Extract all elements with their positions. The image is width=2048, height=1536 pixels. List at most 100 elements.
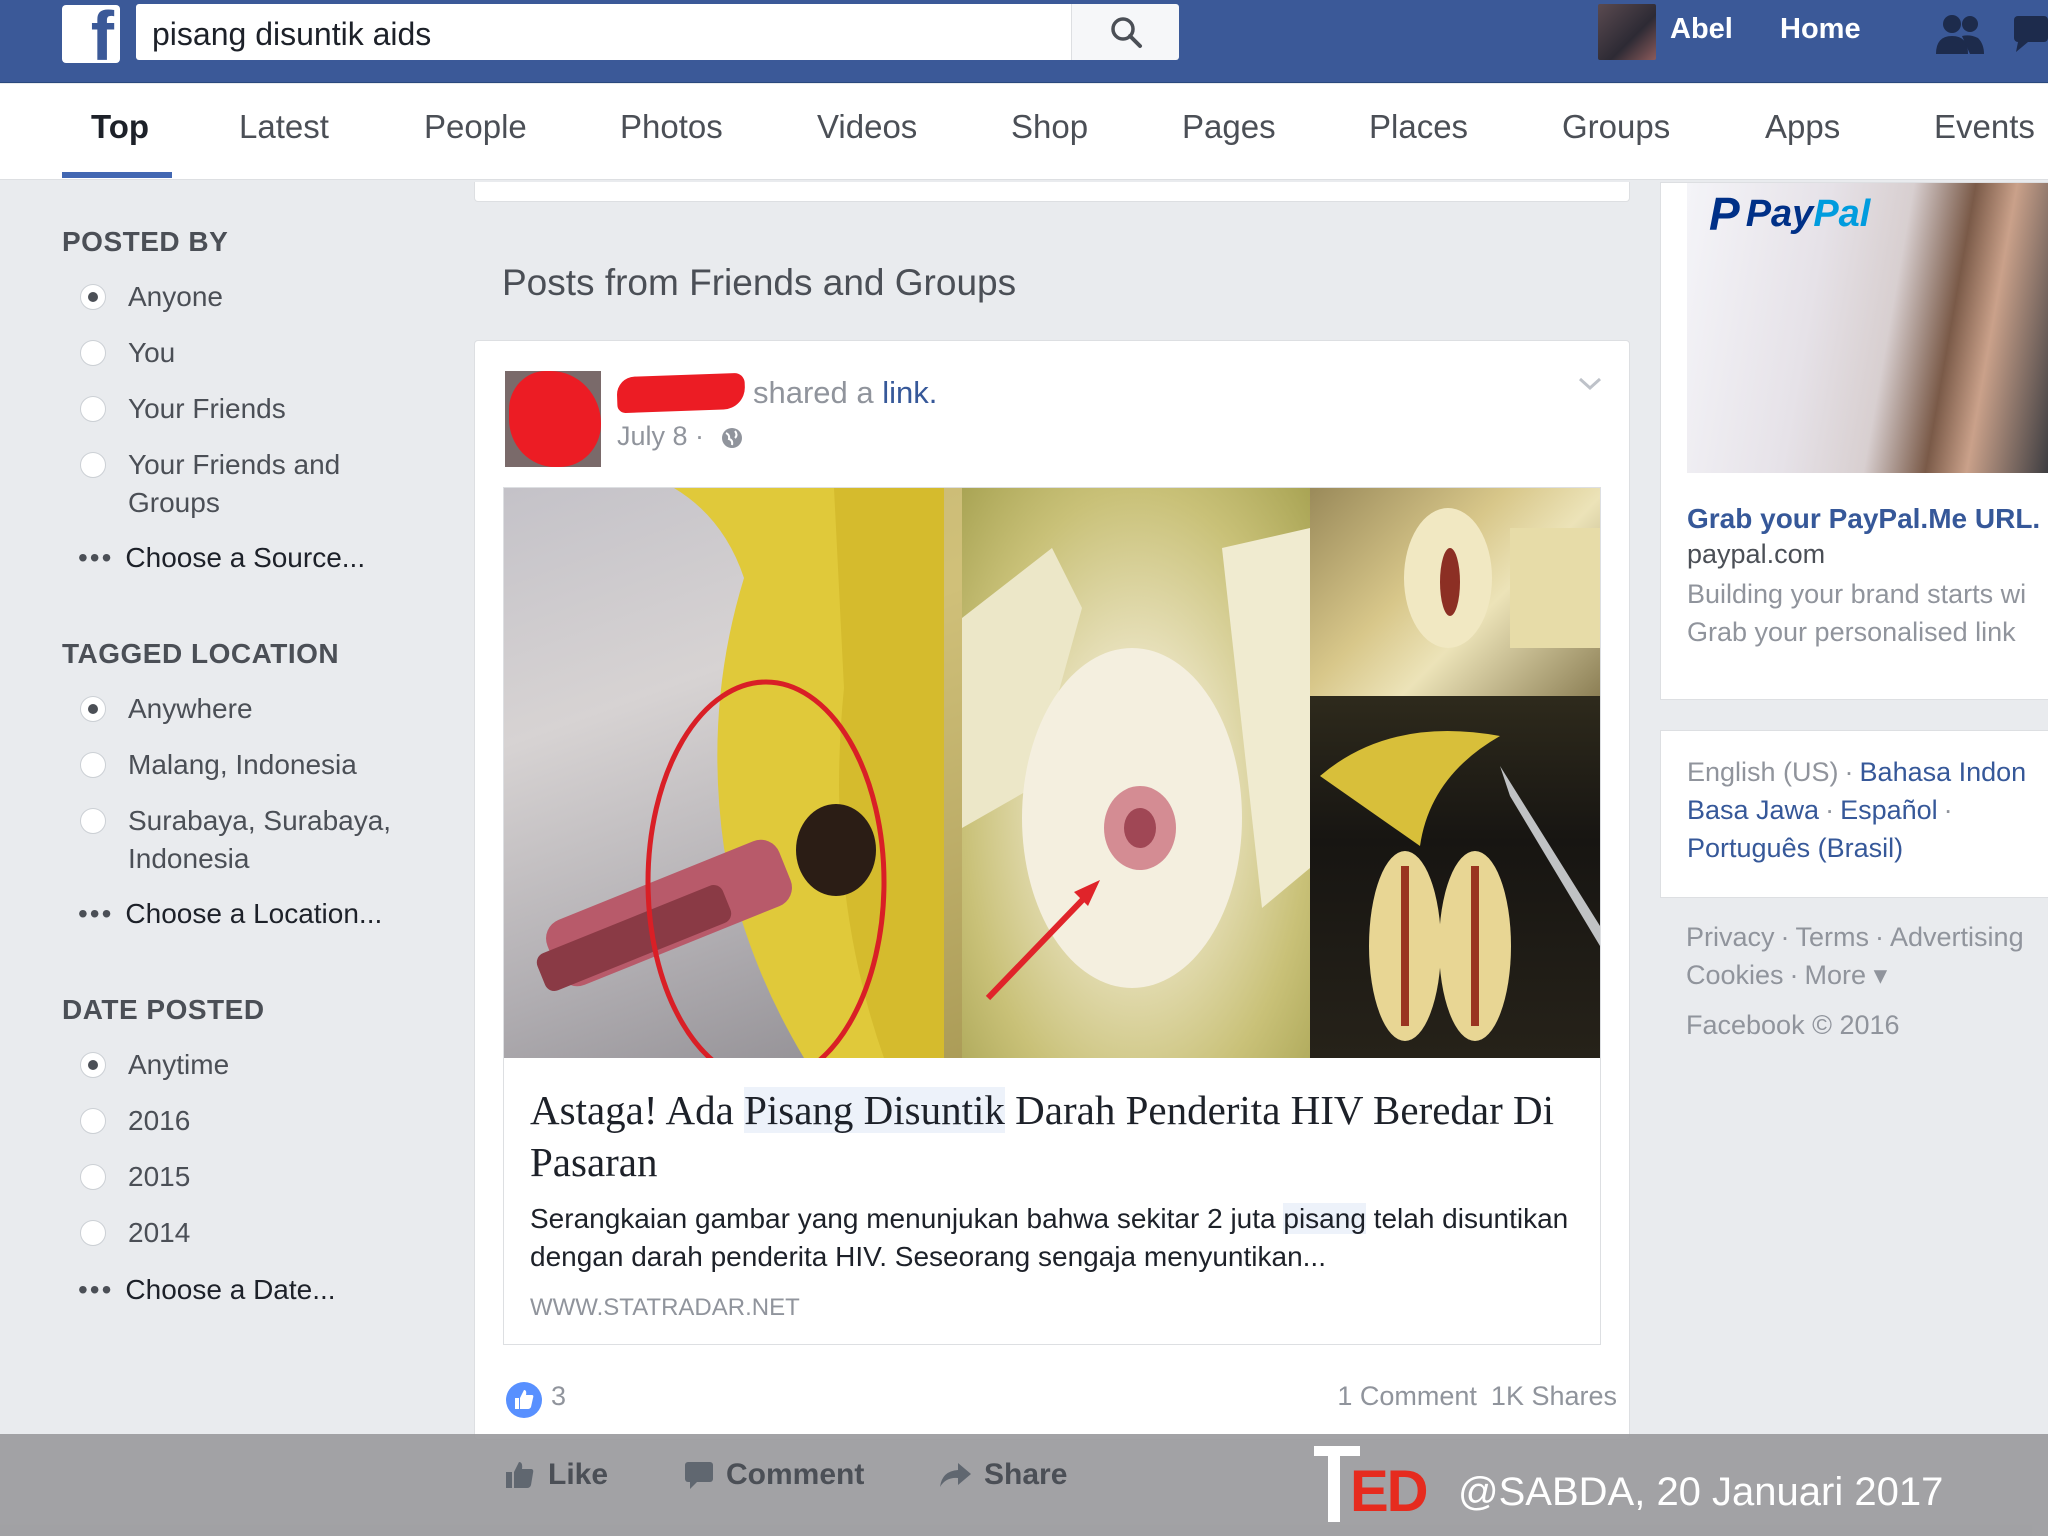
tab-places[interactable]: Places bbox=[1369, 108, 1468, 146]
globe-icon bbox=[721, 427, 742, 448]
share-button[interactable]: Share bbox=[938, 1458, 1067, 1492]
footer-link-cookies[interactable]: Cookies bbox=[1686, 960, 1784, 990]
friend-requests-icon[interactable] bbox=[1932, 12, 1988, 61]
poster-avatar-redacted[interactable] bbox=[505, 371, 601, 467]
like-count[interactable]: 3 bbox=[551, 1381, 566, 1412]
search-icon bbox=[1110, 17, 1142, 48]
tab-groups[interactable]: Groups bbox=[1562, 108, 1670, 146]
paypal-logo-icon: P PayPal bbox=[1709, 188, 1871, 240]
choose-location-link[interactable]: ••• Choose a Location... bbox=[78, 898, 382, 930]
filter-option-malang[interactable]: Malang, Indonesia bbox=[80, 746, 357, 784]
comment-button[interactable]: Comment bbox=[684, 1458, 864, 1492]
filter-option-anywhere[interactable]: Anywhere bbox=[80, 690, 253, 728]
link-title[interactable]: Astaga! Ada Pisang Disuntik Darah Pender… bbox=[530, 1084, 1570, 1188]
filter-option-anyone[interactable]: Anyone bbox=[80, 278, 223, 316]
filter-option-you[interactable]: You bbox=[80, 334, 175, 372]
tab-photos[interactable]: Photos bbox=[620, 108, 723, 146]
tab-videos[interactable]: Videos bbox=[817, 108, 917, 146]
language-link[interactable]: Basa Jawa bbox=[1687, 795, 1819, 825]
choose-source-link[interactable]: ••• Choose a Source... bbox=[78, 542, 365, 574]
tab-apps[interactable]: Apps bbox=[1765, 108, 1840, 146]
facebook-logo-icon[interactable]: f bbox=[62, 5, 120, 63]
search-input[interactable]: pisang disuntik aids bbox=[136, 4, 1071, 60]
comment-count[interactable]: 1 Comment bbox=[1337, 1381, 1477, 1411]
radio-icon bbox=[80, 396, 106, 422]
shared-link[interactable]: link. bbox=[882, 375, 937, 410]
filter-option-surabaya[interactable]: Surabaya, Surabaya, Indonesia bbox=[80, 802, 420, 878]
copyright: Facebook © 2016 bbox=[1686, 1010, 1900, 1040]
banana-flesh-photo bbox=[962, 488, 1310, 1058]
language-selector-card: English (US) · Bahasa Indon Basa Jawa · Espa… bbox=[1660, 730, 2048, 898]
profile-link[interactable]: Abel bbox=[1670, 13, 1733, 46]
ted-logo-cross-bar-icon bbox=[1314, 1446, 1360, 1456]
filter-option-2016[interactable]: 2016 bbox=[80, 1102, 190, 1140]
footer-link-more[interactable]: More bbox=[1805, 960, 1867, 990]
more-dots-icon: ••• bbox=[78, 542, 114, 573]
ad-domain: paypal.com bbox=[1687, 539, 1826, 569]
link-description: Serangkaian gambar yang menunjukan bahwa… bbox=[530, 1203, 1569, 1272]
ted-logo-cross-icon bbox=[1328, 1446, 1340, 1522]
thumbs-up-icon bbox=[506, 1462, 534, 1488]
post-timestamp[interactable]: July 8 · bbox=[617, 421, 744, 452]
footer-link-privacy[interactable]: Privacy bbox=[1686, 922, 1775, 952]
ad-title[interactable]: Grab your PayPal.Me URL. bbox=[1687, 503, 2040, 535]
tab-top[interactable]: Top bbox=[91, 108, 149, 146]
radio-icon bbox=[80, 340, 106, 366]
tab-latest[interactable]: Latest bbox=[239, 108, 329, 146]
filter-heading-posted-by: POSTED BY bbox=[62, 226, 229, 257]
search-button[interactable] bbox=[1071, 4, 1179, 60]
post-action-text: shared a link. bbox=[753, 375, 938, 410]
language-link[interactable]: Español bbox=[1840, 795, 1938, 825]
footer-links: Privacy · Terms · Advertising Cookies · More ▾ bbox=[1686, 922, 2024, 990]
more-dots-icon: ••• bbox=[78, 1274, 114, 1305]
banana-slices-photo bbox=[1310, 488, 1600, 696]
current-language: English (US) bbox=[1687, 757, 1839, 787]
like-reaction-icon[interactable] bbox=[505, 1381, 543, 1424]
footer-link-terms[interactable]: Terms bbox=[1796, 922, 1870, 952]
ad-body: Building your brand starts wi Grab your … bbox=[1687, 579, 2027, 647]
caret-down-icon: ▾ bbox=[1873, 960, 1888, 990]
link-preview[interactable]: Astaga! Ada Pisang Disuntik Darah Pender… bbox=[503, 487, 1601, 1345]
like-button[interactable]: Like bbox=[504, 1458, 608, 1492]
post-card: shared a link. July 8 · Astaga! Ada Pisa… bbox=[474, 340, 1630, 1440]
tab-events[interactable]: Events bbox=[1934, 108, 2035, 146]
filter-option-2015[interactable]: 2015 bbox=[80, 1158, 190, 1196]
tab-people[interactable]: People bbox=[424, 108, 527, 146]
radio-icon bbox=[80, 1164, 106, 1190]
tab-pages[interactable]: Pages bbox=[1182, 108, 1276, 146]
ad-image[interactable]: P PayPal bbox=[1687, 183, 2048, 473]
poster-name-redacted[interactable] bbox=[616, 372, 746, 414]
ted-logo: ED bbox=[1350, 1459, 1429, 1524]
filter-option-2014[interactable]: 2014 bbox=[80, 1214, 190, 1252]
language-link[interactable]: Português (Brasil) bbox=[1687, 833, 1903, 863]
section-title: Posts from Friends and Groups bbox=[502, 262, 1017, 303]
comment-icon bbox=[685, 1462, 713, 1489]
search-filter-tabs: Top Latest People Photos Videos Shop Pag… bbox=[0, 84, 2048, 180]
tab-shop[interactable]: Shop bbox=[1011, 108, 1088, 146]
filter-heading-date-posted: DATE POSTED bbox=[62, 994, 265, 1025]
messages-icon[interactable] bbox=[2010, 12, 2048, 61]
previous-result-card bbox=[474, 182, 1630, 202]
filter-option-friends-and-groups[interactable]: Your Friends and Groups bbox=[80, 446, 400, 522]
post-options-chevron-down-icon[interactable] bbox=[1577, 375, 1603, 398]
language-link[interactable]: Bahasa Indon bbox=[1860, 757, 2027, 787]
more-dots-icon: ••• bbox=[78, 898, 114, 929]
filter-option-your-friends[interactable]: Your Friends bbox=[80, 390, 286, 428]
user-avatar[interactable] bbox=[1598, 4, 1656, 60]
filter-option-anytime[interactable]: Anytime bbox=[80, 1046, 229, 1084]
banana-cut-photo bbox=[1310, 696, 1600, 1058]
footer-link-advertising[interactable]: Advertising bbox=[1890, 922, 2024, 952]
home-link[interactable]: Home bbox=[1780, 13, 1861, 46]
top-bar: f pisang disuntik aids Abel Home bbox=[0, 0, 2048, 83]
banana-syringe-photo bbox=[504, 488, 962, 1058]
radio-selected-icon bbox=[80, 1052, 106, 1078]
link-preview-image[interactable] bbox=[504, 488, 1600, 1058]
share-arrow-icon bbox=[940, 1463, 971, 1487]
share-count[interactable]: 1K Shares bbox=[1491, 1381, 1617, 1411]
post-stats: 1 Comment 1K Shares bbox=[1323, 1381, 1617, 1412]
watermark-credit: @SABDA, 20 Januari 2017 bbox=[1458, 1470, 1944, 1514]
filter-heading-tagged-location: TAGGED LOCATION bbox=[62, 638, 340, 669]
choose-date-link[interactable]: ••• Choose a Date... bbox=[78, 1274, 336, 1306]
radio-icon bbox=[80, 752, 106, 778]
sponsored-ad-card[interactable]: P PayPal Grab your PayPal.Me URL. paypal.… bbox=[1660, 182, 2048, 700]
